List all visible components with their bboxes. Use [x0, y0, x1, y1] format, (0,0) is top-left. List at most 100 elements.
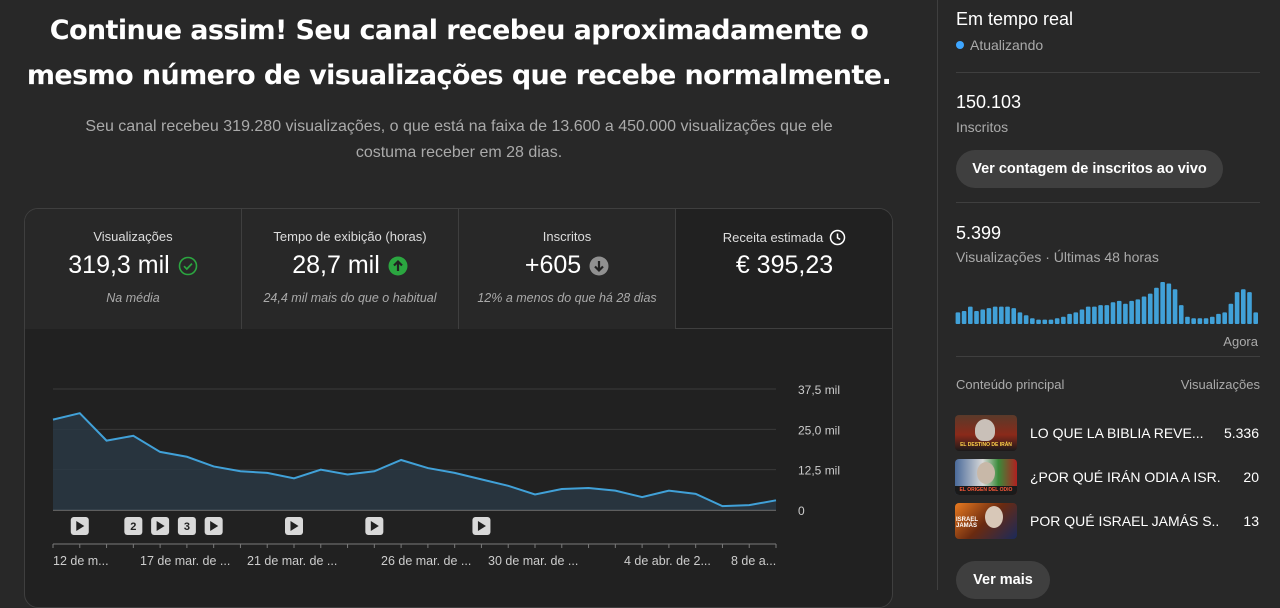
metrics-card: Visualizações 319,3 mil Na média Tempo d… [24, 208, 893, 608]
metric-tab-watch-time[interactable]: Tempo de exibição (horas) 28,7 mil 24,4 … [242, 209, 459, 329]
realtime-bar [1042, 319, 1048, 324]
realtime-bar [968, 306, 973, 324]
y-tick-label: 25,0 mil [798, 423, 840, 437]
video-marker-play-icon[interactable] [365, 517, 384, 535]
check-circle-icon [178, 256, 198, 276]
metric-tab-subscribers[interactable]: Inscritos +605 12% a menos do que há 28 … [459, 209, 676, 329]
realtime-bar [1048, 319, 1054, 324]
y-tick-label: 12,5 mil [798, 464, 840, 478]
metric-note: 12% a menos do que há 28 dias [477, 291, 657, 305]
realtime-bar [1067, 313, 1072, 324]
metric-label: Inscritos [542, 229, 592, 244]
video-marker-play-icon[interactable] [472, 517, 491, 535]
metric-note: 24,4 mil mais do que o habitual [263, 291, 437, 305]
realtime-bar [1191, 318, 1196, 324]
metric-value: € 395,23 [735, 251, 834, 279]
x-tick-label: 26 de mar. de ... [381, 554, 471, 568]
realtime-bar [1011, 308, 1017, 324]
video-views: 13 [1243, 513, 1259, 529]
video-marker-number[interactable]: 2 [124, 517, 143, 535]
divider [956, 356, 1260, 357]
x-tick-label: 12 de m... [53, 554, 109, 568]
realtime-bar [1023, 315, 1029, 324]
realtime-views-count: 5.399 [956, 223, 1002, 243]
realtime-status-label: Atualizando [970, 37, 1044, 53]
realtime-bar [955, 312, 961, 324]
realtime-bar [1178, 305, 1184, 324]
arrow-up-circle-icon [388, 256, 408, 276]
video-marker-play-icon[interactable] [285, 517, 303, 535]
headline-line-1: Continue assim! Seu canal recebeu aproxi… [49, 15, 869, 46]
video-thumbnail[interactable]: EL ORIGEN DEL ODIO [955, 459, 1017, 495]
video-marker-number[interactable]: 3 [177, 517, 196, 535]
realtime-bar [1185, 316, 1190, 324]
metric-tab-views[interactable]: Visualizações 319,3 mil Na média [25, 209, 242, 329]
video-title: LO QUE LA BIBLIA REVE... [1030, 425, 1204, 441]
top-video-row[interactable]: EL DESTINO DE IRÁN LO QUE LA BIBLIA REVE… [955, 414, 1261, 452]
metric-tabs: Visualizações 319,3 mil Na média Tempo d… [25, 209, 892, 329]
realtime-bar [974, 310, 979, 324]
x-tick-label: 17 de mar. de ... [140, 554, 230, 568]
realtime-bar [1253, 312, 1258, 324]
realtime-views-bar-chart[interactable] [955, 280, 1259, 324]
realtime-bar [1079, 309, 1085, 324]
realtime-bar [1203, 318, 1209, 324]
top-content-header: Conteúdo principal Visualizações [956, 377, 1260, 392]
realtime-title: Em tempo real [956, 9, 1074, 29]
realtime-bar [992, 306, 998, 324]
panel-divider [937, 0, 938, 590]
summary-line-1: Seu canal recebeu 319.280 visualizações,… [85, 118, 833, 135]
realtime-bar [1036, 319, 1041, 324]
thumbnail-caption: ISRAEL JAMÁS [956, 517, 978, 529]
video-thumbnail[interactable]: ISRAEL JAMÁS [955, 503, 1017, 539]
video-marker-play-icon[interactable] [151, 517, 170, 535]
thumbnail-face-icon [977, 462, 995, 484]
metric-label: Receita estimada [722, 230, 824, 245]
realtime-bar [1054, 318, 1060, 324]
subscriber-count-label: Inscritos [956, 119, 1009, 135]
metric-note: Na média [106, 291, 160, 305]
realtime-bar [1147, 293, 1153, 324]
metric-tab-revenue[interactable]: Receita estimada € 395,23 [676, 209, 892, 329]
realtime-bar [1209, 316, 1215, 324]
video-marker-play-icon[interactable] [204, 517, 223, 535]
thumbnail-face-icon [975, 419, 995, 441]
headline-line-2: mesmo número de visualizações que recebe… [26, 60, 892, 91]
subscriber-count: 150.103 [956, 92, 1022, 112]
realtime-bar [1172, 289, 1178, 324]
metric-label: Visualizações [93, 229, 173, 244]
top-content-label: Conteúdo principal [956, 377, 1065, 392]
live-subscriber-count-button[interactable]: Ver contagem de inscritos ao vivo [956, 150, 1223, 188]
main-panel: Continue assim! Seu canal recebeu aproxi… [0, 0, 920, 608]
realtime-bar [1104, 305, 1110, 324]
thumbnail-caption: EL ORIGEN DEL ODIO [959, 487, 1013, 493]
x-tick-label: 8 de a... [731, 554, 776, 568]
realtime-bar [1135, 299, 1141, 324]
video-title: ¿POR QUÉ IRÁN ODIA A ISR... [1030, 469, 1220, 485]
video-marker-play-icon[interactable] [70, 517, 89, 535]
realtime-bar [986, 308, 992, 324]
video-thumbnail[interactable]: EL DESTINO DE IRÁN [955, 415, 1017, 451]
metric-value-row: +605 [459, 251, 675, 280]
realtime-bar [1154, 287, 1159, 324]
realtime-bar [1098, 305, 1103, 324]
realtime-views-label: Visualizações · Últimas 48 horas [956, 249, 1159, 265]
see-more-button[interactable]: Ver mais [956, 561, 1050, 599]
x-tick-label: 21 de mar. de ... [247, 554, 337, 568]
video-views: 20 [1243, 469, 1259, 485]
top-video-row[interactable]: ISRAEL JAMÁS POR QUÉ ISRAEL JAMÁS S... 1… [955, 502, 1261, 540]
metric-value: +605 [524, 251, 582, 279]
metric-value-row: € 395,23 [676, 251, 892, 280]
clock-icon [829, 229, 846, 246]
video-title: POR QUÉ ISRAEL JAMÁS S... [1030, 513, 1220, 529]
x-tick-label: 4 de abr. de 2... [624, 554, 711, 568]
realtime-bar [1216, 313, 1221, 324]
views-chart[interactable]: 37,5 mil 25,0 mil 12,5 mil 0 2 3 12 de m... 17 … [25, 329, 893, 608]
realtime-bar [1110, 302, 1116, 324]
top-video-row[interactable]: EL ORIGEN DEL ODIO ¿POR QUÉ IRÁN ODIA A … [955, 458, 1261, 496]
realtime-bar [1085, 306, 1091, 324]
realtime-bar [1197, 318, 1203, 324]
metric-label-row: Receita estimada [676, 229, 892, 246]
live-dot-icon [956, 41, 964, 49]
y-tick-label: 0 [798, 504, 805, 518]
